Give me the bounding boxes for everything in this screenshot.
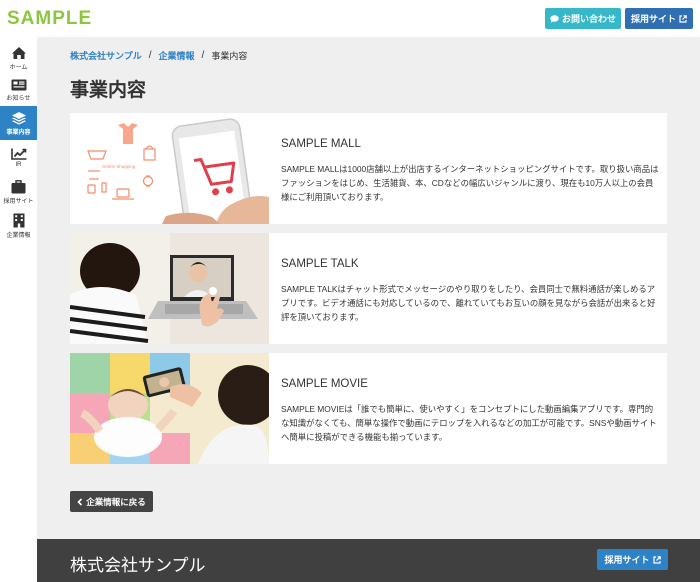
breadcrumb-home-link[interactable]: 株式会社サンプル	[70, 49, 142, 62]
site-logo[interactable]: SAMPLE	[7, 8, 92, 30]
service-card-talk[interactable]: SAMPLE TALK SAMPLE TALKはチャット形式でメッセージのやり取…	[70, 233, 667, 344]
site-footer: 株式会社サンプル 採用サイト	[37, 539, 700, 582]
service-title: SAMPLE TALK	[281, 258, 359, 270]
recruit-site-label: 採用サイト	[630, 14, 676, 24]
layers-icon	[11, 111, 26, 125]
contact-button[interactable]: お問い合わせ	[545, 8, 621, 29]
breadcrumb-separator: /	[148, 50, 152, 61]
service-title: SAMPLE MALL	[281, 138, 361, 150]
breadcrumb: 株式会社サンプル / 企業情報 / 事業内容	[70, 49, 247, 62]
sidebar-item-label: ホーム	[9, 64, 28, 71]
external-link-icon	[652, 555, 661, 564]
chevron-left-icon	[77, 497, 83, 506]
external-link-icon	[679, 14, 687, 23]
footer-company-name: 株式会社サンプル	[70, 556, 206, 575]
chart-icon	[10, 148, 26, 160]
mall-image: Online Shopping	[70, 113, 269, 224]
service-description: SAMPLE TALKはチャット形式でメッセージのやり取りをしたり、会員同士で無…	[281, 284, 656, 322]
building-icon	[13, 213, 24, 228]
service-description: SAMPLE MOVIEは「誰でも簡単に、使いやすく」をコンセプトにした動画編集…	[281, 404, 657, 442]
recruit-site-button[interactable]: 採用サイト	[625, 8, 693, 29]
service-title: SAMPLE MOVIE	[281, 378, 368, 390]
sidebar-item-label: お知らせ	[6, 95, 31, 102]
sidebar-item-recruit[interactable]: 採用サイト	[0, 175, 37, 209]
sidebar-item-business[interactable]: 事業内容	[0, 106, 37, 140]
news-icon	[11, 79, 26, 90]
page-title: 事業内容	[70, 80, 147, 101]
sidebar-item-home[interactable]: ホーム	[0, 41, 37, 75]
mall-image-caption: Online Shopping	[102, 164, 136, 169]
breadcrumb-current: 事業内容	[211, 51, 248, 61]
back-to-company-button[interactable]: 企業情報に戻る	[70, 491, 153, 512]
service-card-movie[interactable]: SAMPLE MOVIE SAMPLE MOVIEは「誰でも簡単に、使いやすく」…	[70, 353, 667, 464]
talk-image	[70, 233, 269, 344]
back-button-label: 企業情報に戻る	[86, 496, 146, 507]
briefcase-icon	[11, 179, 26, 193]
movie-image	[70, 353, 269, 464]
sidebar-item-label: 企業情報	[6, 233, 31, 239]
footer-recruit-button[interactable]: 採用サイト	[597, 549, 668, 570]
sidebar-item-ir[interactable]: IR	[0, 141, 37, 175]
sidebar-item-news[interactable]: お知らせ	[0, 73, 37, 107]
footer-recruit-label: 採用サイト	[604, 555, 650, 565]
sidebar-nav: ホーム お知らせ 事業内容 IR 採用サイト 企業情報	[0, 37, 37, 582]
top-header: SAMPLE お問い合わせ 採用サイト	[0, 0, 700, 37]
service-card-mall[interactable]: Online Shopping SAMPLE MALL SAMPLE MALLは…	[70, 113, 667, 224]
service-description: SAMPLE MALLは1000店舗以上が出店するインターネットショッピングサイ…	[281, 164, 659, 202]
chat-icon	[550, 14, 559, 23]
breadcrumb-separator: /	[201, 50, 205, 61]
sidebar-item-company[interactable]: 企業情報	[0, 209, 37, 243]
sidebar-item-label: 事業内容	[6, 129, 31, 136]
sidebar-item-label: IR	[15, 162, 22, 168]
sidebar-item-label: 採用サイト	[3, 198, 34, 205]
breadcrumb-company-link[interactable]: 企業情報	[159, 49, 195, 62]
contact-button-label: お問い合わせ	[561, 14, 616, 24]
home-icon	[11, 46, 26, 59]
